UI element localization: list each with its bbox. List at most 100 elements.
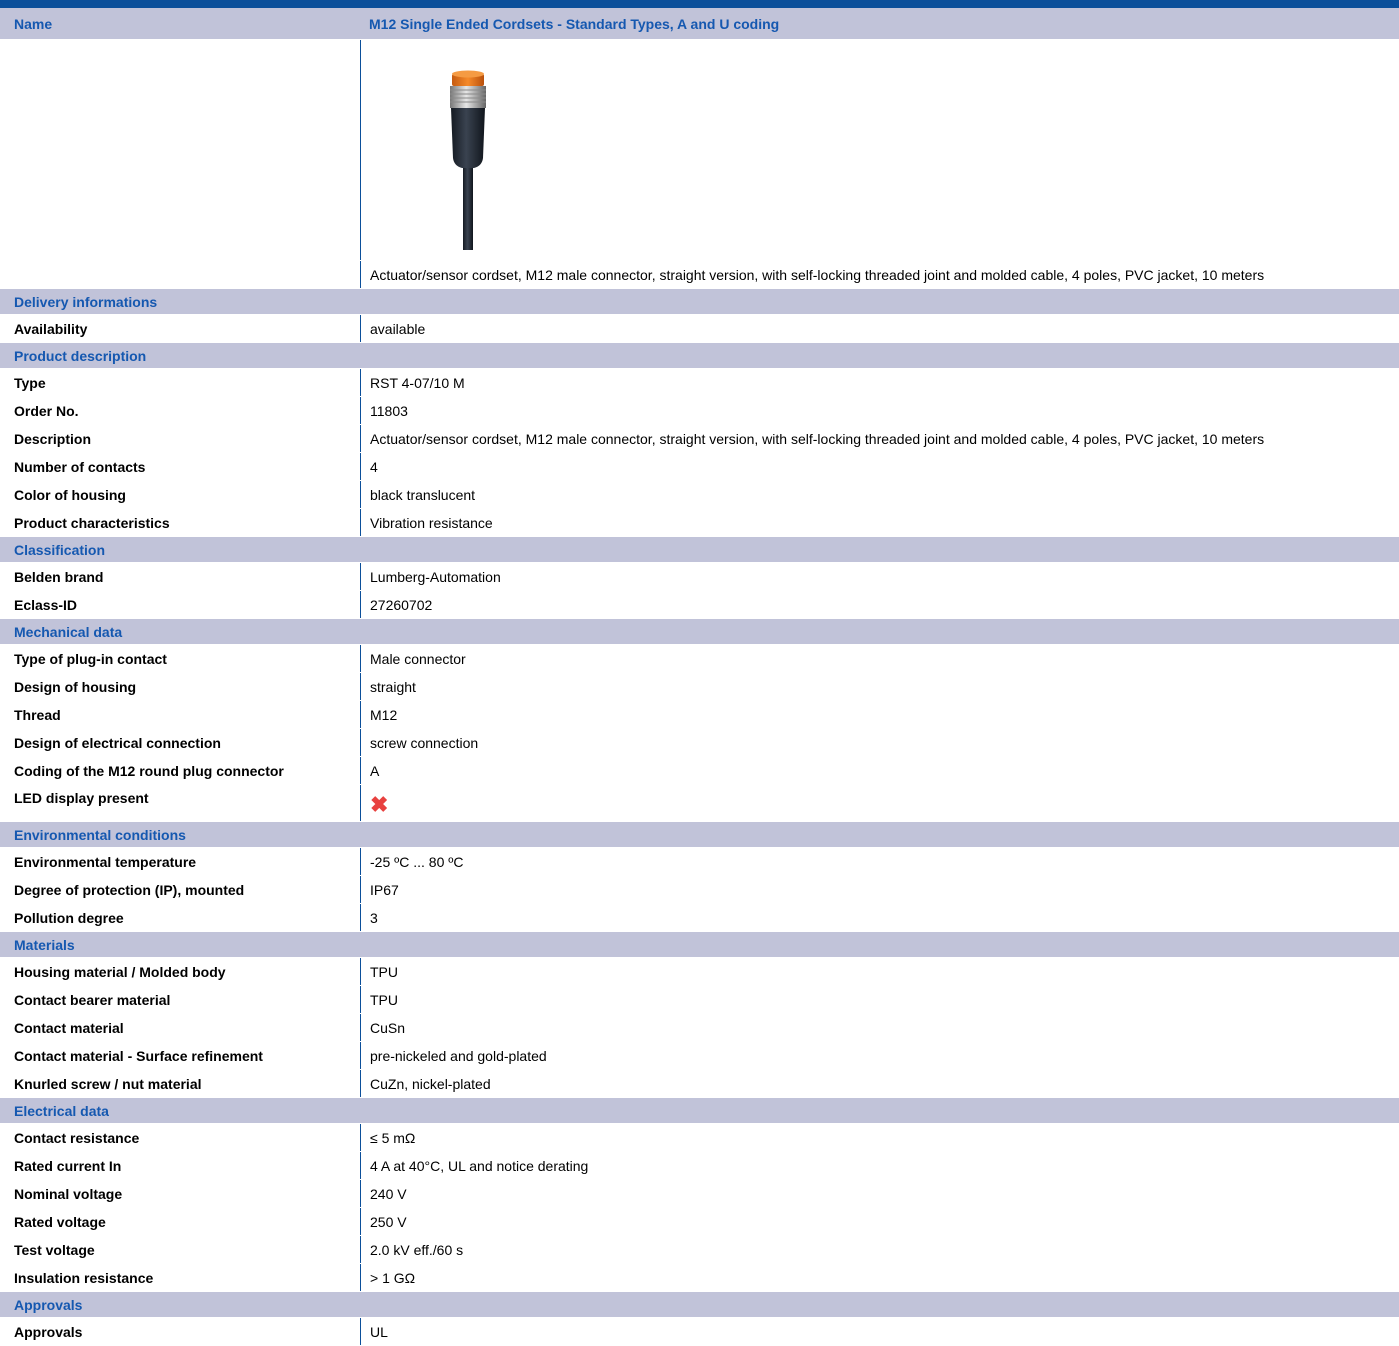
spec-label: Insulation resistance	[14, 1269, 154, 1286]
red-x-icon: ✖	[370, 792, 389, 817]
spec-label: Availability	[14, 320, 88, 337]
spec-value: black translucent	[360, 481, 1399, 508]
spec-value: ≤ 5 mΩ	[360, 1124, 1399, 1151]
spec-label: Rated voltage	[14, 1213, 106, 1230]
spec-row: Product characteristics Vibration resista…	[0, 509, 1399, 537]
m12-connector-image	[450, 70, 486, 250]
section-header: Product description	[0, 343, 1399, 369]
spec-row: Housing material / Molded body TPU	[0, 958, 1399, 986]
spec-value: RST 4-07/10 M	[360, 369, 1399, 396]
spec-label: Approvals	[14, 1323, 83, 1340]
spec-label: Contact resistance	[14, 1129, 140, 1146]
section-header: Electrical data	[0, 1098, 1399, 1124]
spec-label: Description	[14, 430, 92, 447]
spec-label: Order No.	[14, 402, 79, 419]
spec-label: Design of electrical connection	[14, 734, 221, 751]
spec-label: Housing material / Molded body	[14, 963, 226, 980]
spec-value: 11803	[360, 397, 1399, 424]
spec-row: Contact material CuSn	[0, 1014, 1399, 1042]
spec-label: Pollution degree	[14, 909, 124, 926]
spec-value: TPU	[360, 958, 1399, 985]
spec-row: Rated current In 4 A at 40°C, UL and noti…	[0, 1152, 1399, 1180]
product-image-cell	[360, 40, 1399, 260]
spec-value: ✖	[360, 785, 1399, 821]
section-title: Delivery informations	[14, 293, 158, 310]
spec-value: available	[360, 315, 1399, 342]
spec-row: Color of housing black translucent	[0, 481, 1399, 509]
spec-label: Knurled screw / nut material	[14, 1075, 202, 1092]
spec-row: LED display present ✖	[0, 785, 1399, 822]
spec-value: Lumberg-Automation	[360, 563, 1399, 590]
spec-label: Eclass-ID	[14, 596, 78, 613]
spec-row: Contact resistance ≤ 5 mΩ	[0, 1124, 1399, 1152]
spec-label: Number of contacts	[14, 458, 146, 475]
spec-value: IP67	[360, 876, 1399, 903]
spec-value: pre-nickeled and gold-plated	[360, 1042, 1399, 1069]
section-header: Approvals	[0, 1292, 1399, 1318]
spec-row: Design of electrical connection screw con…	[0, 729, 1399, 757]
section-header: Materials	[0, 932, 1399, 958]
spec-row: Availability available	[0, 315, 1399, 343]
spec-row: Approvals UL	[0, 1318, 1399, 1346]
spec-value: 3	[360, 904, 1399, 931]
spec-value: straight	[360, 673, 1399, 700]
intro-description-row: Actuator/sensor cordset, M12 male connec…	[0, 261, 1399, 289]
section-header: Mechanical data	[0, 619, 1399, 645]
spec-row: Design of housing straight	[0, 673, 1399, 701]
section-title: Mechanical data	[14, 623, 123, 640]
spec-value: Actuator/sensor cordset, M12 male connec…	[360, 425, 1399, 452]
section-title: Approvals	[14, 1296, 83, 1313]
spec-row: Pollution degree 3	[0, 904, 1399, 932]
spec-row: Coding of the M12 round plug connector A	[0, 757, 1399, 785]
spec-row: Type RST 4-07/10 M	[0, 369, 1399, 397]
spec-label: Contact material	[14, 1019, 124, 1036]
spec-label: Degree of protection (IP), mounted	[14, 881, 245, 898]
spec-value: CuSn	[360, 1014, 1399, 1041]
spec-row: Thread M12	[0, 701, 1399, 729]
spec-label: Rated current In	[14, 1157, 122, 1174]
spec-row: Contact material - Surface refinement pre…	[0, 1042, 1399, 1070]
spec-label: Belden brand	[14, 568, 104, 585]
spec-value: CuZn, nickel-plated	[360, 1070, 1399, 1097]
spec-row: Contact bearer material TPU	[0, 986, 1399, 1014]
spec-table: Delivery informations Availability availab…	[0, 289, 1399, 1346]
spec-label: Design of housing	[14, 678, 137, 695]
section-title: Product description	[14, 347, 147, 364]
spec-row: Knurled screw / nut material CuZn, nickel…	[0, 1070, 1399, 1098]
spec-label: Color of housing	[14, 486, 126, 503]
spec-label: Contact material - Surface refinement	[14, 1047, 263, 1064]
spec-row: Insulation resistance > 1 GΩ	[0, 1264, 1399, 1292]
spec-value: > 1 GΩ	[360, 1264, 1399, 1291]
spec-row: Order No. 11803	[0, 397, 1399, 425]
section-title: Classification	[14, 541, 106, 558]
product-family-title: M12 Single Ended Cordsets - Standard Typ…	[369, 15, 780, 32]
spec-label: Type of plug-in contact	[14, 650, 167, 667]
spec-label: Contact bearer material	[14, 991, 171, 1008]
name-row: Name M12 Single Ended Cordsets - Standar…	[0, 8, 1399, 40]
spec-value: 4 A at 40°C, UL and notice derating	[360, 1152, 1399, 1179]
name-label: Name	[14, 15, 53, 32]
spec-label: Product characteristics	[14, 514, 170, 531]
spec-value: M12	[360, 701, 1399, 728]
spec-label: LED display present	[14, 790, 149, 806]
spec-row: Number of contacts 4	[0, 453, 1399, 481]
section-header: Delivery informations	[0, 289, 1399, 315]
spec-value: A	[360, 757, 1399, 784]
section-title: Materials	[14, 936, 75, 953]
spec-label: Type	[14, 374, 46, 391]
intro-description: Actuator/sensor cordset, M12 male connec…	[360, 261, 1399, 288]
top-bar	[0, 0, 1399, 8]
spec-row: Test voltage 2.0 kV eff./60 s	[0, 1236, 1399, 1264]
spec-label: Test voltage	[14, 1241, 95, 1258]
spec-value: UL	[360, 1318, 1399, 1345]
spec-label: Thread	[14, 706, 61, 723]
section-header: Environmental conditions	[0, 822, 1399, 848]
spec-row: Eclass-ID 27260702	[0, 591, 1399, 619]
section-title: Environmental conditions	[14, 826, 186, 843]
spec-row: Environmental temperature -25 ºC ... 80 º…	[0, 848, 1399, 876]
spec-row: Type of plug-in contact Male connector	[0, 645, 1399, 673]
spec-value: 2.0 kV eff./60 s	[360, 1236, 1399, 1263]
spec-value: Vibration resistance	[360, 509, 1399, 536]
spec-value: 27260702	[360, 591, 1399, 618]
spec-value: 4	[360, 453, 1399, 480]
